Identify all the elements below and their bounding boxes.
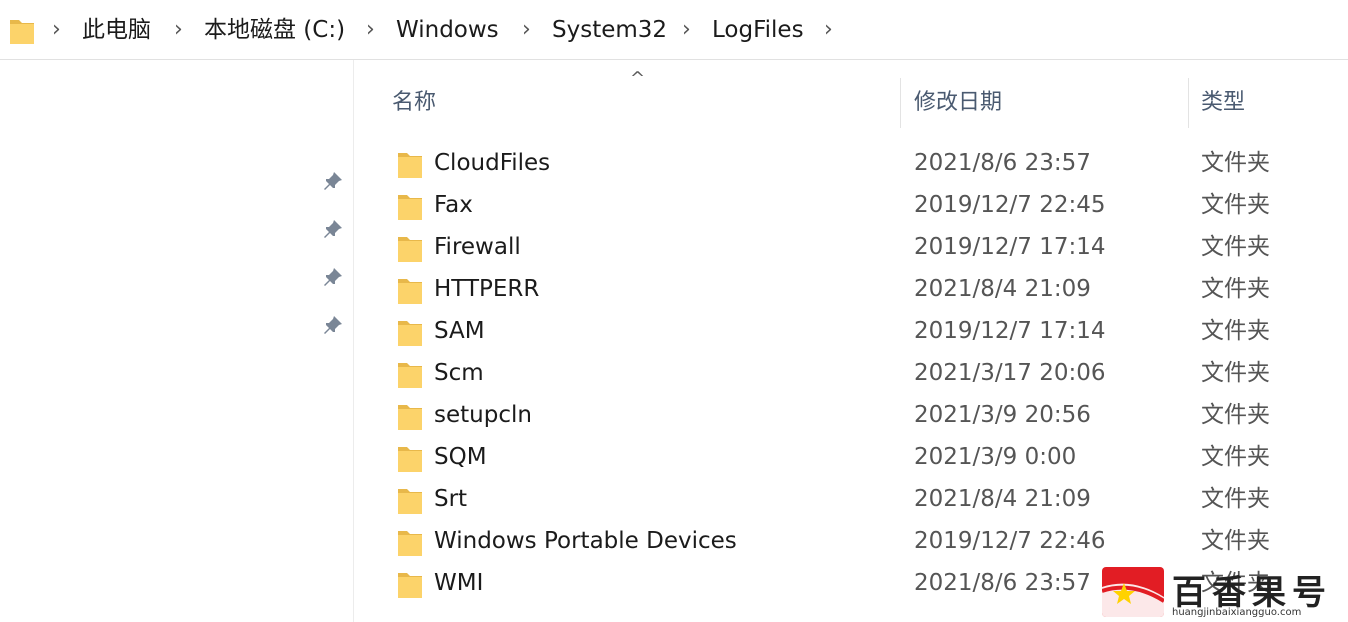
list-item[interactable]: Firewall 2019/12/7 17:14 文件夹: [380, 226, 1348, 268]
star-logo-icon: [1102, 567, 1164, 617]
folder-icon: [398, 321, 422, 346]
breadcrumb-windows[interactable]: Windows: [396, 14, 499, 46]
file-name[interactable]: Firewall: [434, 230, 521, 264]
file-date: 2019/12/7 17:14: [914, 234, 1106, 260]
address-bar[interactable]: › 此电脑 › 本地磁盘 (C:) › Windows › System32 ›…: [0, 0, 1348, 60]
folder-icon: [398, 573, 422, 598]
column-divider[interactable]: [900, 78, 901, 128]
file-name[interactable]: Scm: [434, 356, 484, 390]
file-date: 2021/3/9 20:56: [914, 402, 1091, 428]
column-header-name[interactable]: 名称: [392, 86, 436, 120]
breadcrumb-local-disk[interactable]: 本地磁盘 (C:): [204, 14, 345, 46]
breadcrumb-this-pc[interactable]: 此电脑: [82, 14, 151, 46]
file-date: 2021/3/9 0:00: [914, 444, 1077, 470]
breadcrumb-logfiles[interactable]: LogFiles: [712, 14, 804, 46]
folder-icon: [398, 405, 422, 430]
list-item[interactable]: SAM 2019/12/7 17:14 文件夹: [380, 310, 1348, 352]
folder-icon: [398, 447, 422, 472]
sort-ascending-icon: ^: [630, 68, 646, 89]
watermark: 百香果号 huangjinbaixiangguo.com: [1100, 565, 1348, 622]
list-item[interactable]: CloudFiles 2021/8/6 23:57 文件夹: [380, 142, 1348, 184]
file-type: 文件夹: [1201, 234, 1270, 260]
breadcrumb-separator[interactable]: ›: [682, 14, 691, 46]
column-divider[interactable]: [1188, 78, 1189, 128]
file-type: 文件夹: [1201, 360, 1270, 386]
file-type: 文件夹: [1201, 444, 1270, 470]
file-name[interactable]: Fax: [434, 188, 473, 222]
list-item[interactable]: Scm 2021/3/17 20:06 文件夹: [380, 352, 1348, 394]
breadcrumb-separator[interactable]: ›: [824, 14, 833, 46]
breadcrumb-separator[interactable]: ›: [522, 14, 531, 46]
file-name[interactable]: CloudFiles: [434, 146, 550, 180]
file-type: 文件夹: [1201, 150, 1270, 176]
list-item[interactable]: setupcln 2021/3/9 20:56 文件夹: [380, 394, 1348, 436]
file-date: 2019/12/7 17:14: [914, 318, 1106, 344]
pin-icon[interactable]: [322, 170, 344, 192]
watermark-url: huangjinbaixiangguo.com: [1172, 607, 1302, 618]
folder-icon: [398, 363, 422, 388]
folder-icon: [398, 195, 422, 220]
list-item[interactable]: Srt 2021/8/4 21:09 文件夹: [380, 478, 1348, 520]
file-date: 2021/3/17 20:06: [914, 360, 1106, 386]
file-type: 文件夹: [1201, 192, 1270, 218]
file-name[interactable]: SQM: [434, 440, 487, 474]
file-type: 文件夹: [1201, 486, 1270, 512]
breadcrumb-separator[interactable]: ›: [366, 14, 375, 46]
file-name[interactable]: HTTPERR: [434, 272, 539, 306]
file-name[interactable]: setupcln: [434, 398, 532, 432]
breadcrumb-separator[interactable]: ›: [174, 14, 183, 46]
pin-icon[interactable]: [322, 314, 344, 336]
folder-icon: [10, 20, 34, 44]
folder-icon: [398, 237, 422, 262]
file-date: 2021/8/4 21:09: [914, 486, 1091, 512]
file-date: 2021/8/6 23:57: [914, 150, 1091, 176]
file-name[interactable]: SAM: [434, 314, 485, 348]
list-item[interactable]: Fax 2019/12/7 22:45 文件夹: [380, 184, 1348, 226]
breadcrumb-system32[interactable]: System32: [552, 14, 667, 46]
file-date: 2021/8/4 21:09: [914, 276, 1091, 302]
file-type: 文件夹: [1201, 276, 1270, 302]
list-item[interactable]: HTTPERR 2021/8/4 21:09 文件夹: [380, 268, 1348, 310]
list-item[interactable]: Windows Portable Devices 2019/12/7 22:46…: [380, 520, 1348, 562]
list-item[interactable]: SQM 2021/3/9 0:00 文件夹: [380, 436, 1348, 478]
file-type: 文件夹: [1201, 318, 1270, 344]
pin-icon[interactable]: [322, 218, 344, 240]
file-date: 2019/12/7 22:46: [914, 528, 1106, 554]
column-header-type[interactable]: 类型: [1201, 86, 1245, 120]
file-type: 文件夹: [1201, 528, 1270, 554]
file-name[interactable]: Windows Portable Devices: [434, 524, 737, 558]
folder-icon: [398, 531, 422, 556]
folder-icon: [398, 153, 422, 178]
file-name[interactable]: WMI: [434, 566, 483, 600]
folder-icon: [398, 279, 422, 304]
pin-icon[interactable]: [322, 266, 344, 288]
navigation-pane: [0, 60, 354, 622]
file-name[interactable]: Srt: [434, 482, 467, 516]
breadcrumb-separator[interactable]: ›: [52, 14, 61, 46]
folder-icon: [398, 489, 422, 514]
file-type: 文件夹: [1201, 402, 1270, 428]
column-header-date[interactable]: 修改日期: [914, 86, 1002, 120]
file-date: 2021/8/6 23:57: [914, 570, 1091, 596]
file-date: 2019/12/7 22:45: [914, 192, 1106, 218]
